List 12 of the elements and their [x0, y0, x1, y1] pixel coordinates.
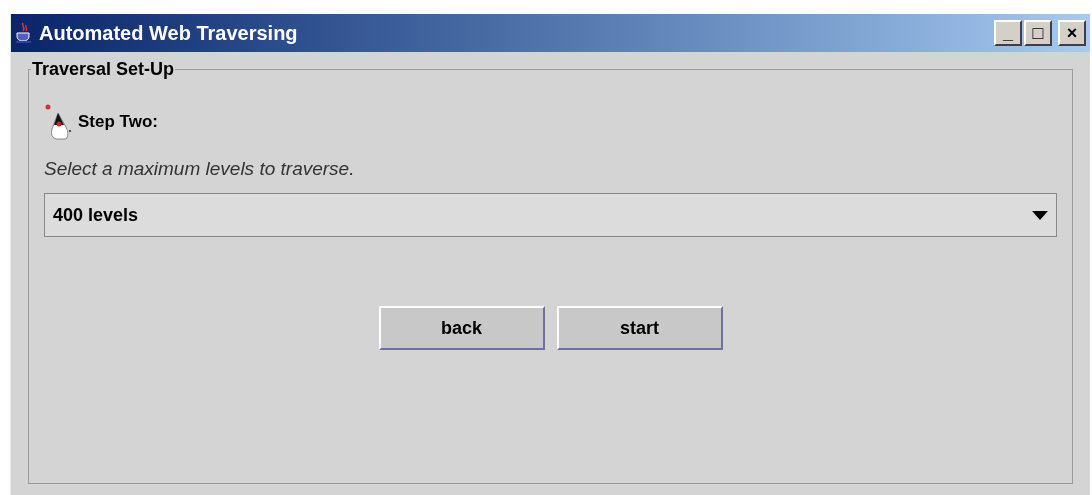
back-button[interactable]: back — [378, 306, 545, 350]
start-button[interactable]: start — [556, 306, 723, 350]
window-title: Automated Web Traversing — [39, 21, 299, 46]
coffee-cup-icon — [15, 22, 33, 44]
maximize-button[interactable]: □ — [1024, 20, 1052, 46]
levels-dropdown[interactable]: 400 levels — [44, 193, 1057, 237]
close-button[interactable]: × — [1058, 20, 1086, 46]
minimize-button[interactable]: _ — [994, 20, 1022, 46]
instruction-text: Select a maximum levels to traverse. — [44, 157, 356, 181]
dropdown-arrow-icon — [1032, 210, 1048, 220]
mascot-icon — [44, 103, 74, 141]
step-label: Step Two: — [78, 111, 158, 134]
